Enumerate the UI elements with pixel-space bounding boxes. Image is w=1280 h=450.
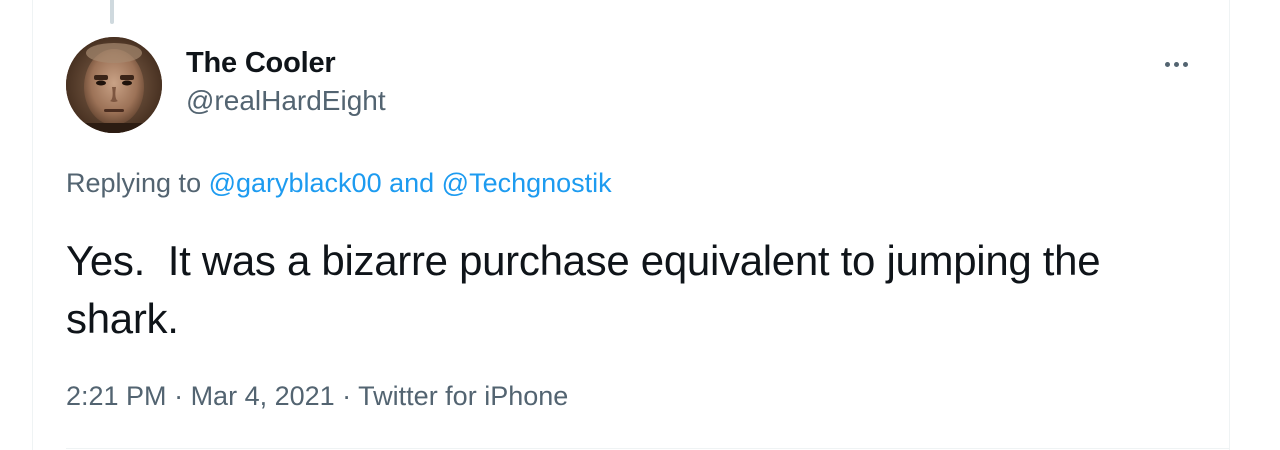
- avatar[interactable]: [66, 37, 162, 133]
- mention-link-techgnostik[interactable]: @Techgnostik: [442, 168, 612, 198]
- author-handle[interactable]: @realHardEight: [186, 85, 386, 117]
- author-display-name[interactable]: The Cooler: [186, 47, 336, 80]
- replying-to-line: Replying to @garyblack00 and @Techgnosti…: [66, 168, 612, 199]
- thread-connector-line: [110, 0, 114, 24]
- tweet-text: Yes. It was a bizarre purchase equivalen…: [66, 237, 1112, 342]
- mention-joiner[interactable]: and: [382, 168, 442, 198]
- tweet-time-link[interactable]: 2:21 PM: [66, 381, 167, 411]
- avatar-photo: [66, 37, 162, 133]
- meta-separator: ·: [334, 381, 359, 411]
- divider: [66, 448, 1230, 449]
- replying-prefix: Replying to: [66, 168, 209, 198]
- mention-link-garyblack00[interactable]: @garyblack00: [209, 168, 382, 198]
- tweet-source-link[interactable]: Twitter for iPhone: [358, 381, 568, 411]
- meta-separator: ·: [166, 381, 191, 411]
- more-horizontal-icon: [1164, 61, 1188, 67]
- tweet-metadata: 2:21 PM · Mar 4, 2021 · Twitter for iPho…: [66, 381, 568, 412]
- tweet-date-link[interactable]: Mar 4, 2021: [191, 381, 335, 411]
- more-options-button[interactable]: [1158, 48, 1194, 80]
